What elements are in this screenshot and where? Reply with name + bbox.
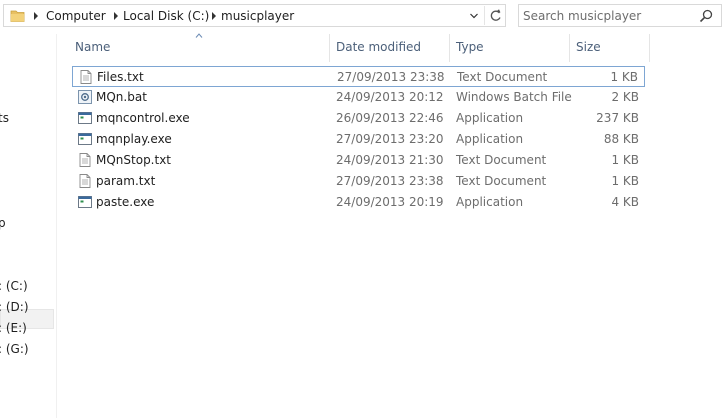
search-icon[interactable]: [699, 9, 713, 23]
breadcrumb-separator-icon[interactable]: [212, 12, 216, 20]
file-type: Windows Batch File: [456, 90, 572, 104]
chevron-down-icon[interactable]: [468, 10, 480, 22]
file-size: 1 KB: [611, 174, 639, 188]
file-date-modified: 26/09/2013 22:46: [336, 111, 444, 125]
file-size: 4 KB: [611, 195, 639, 209]
column-header-name[interactable]: Name: [75, 40, 110, 54]
sort-ascending-icon: [195, 33, 203, 38]
file-date-modified: 27/09/2013 23:38: [336, 174, 444, 188]
breadcrumb-musicplayer[interactable]: musicplayer: [221, 9, 294, 23]
file-date-modified: 27/09/2013 23:20: [336, 132, 444, 146]
column-header-size[interactable]: Size: [576, 40, 601, 54]
file-date-modified: 24/09/2013 21:30: [336, 153, 444, 167]
column-divider[interactable]: [449, 34, 450, 62]
column-header-date-modified[interactable]: Date modified: [336, 40, 421, 54]
file-date-modified: 24/09/2013 20:19: [336, 195, 444, 209]
file-name[interactable]: MQnStop.txt: [96, 153, 171, 167]
nav-item-drive-d[interactable]: : (D:): [0, 300, 29, 314]
refresh-icon[interactable]: [487, 6, 505, 25]
column-divider[interactable]: [329, 34, 330, 62]
breadcrumb-separator-icon[interactable]: [34, 12, 38, 20]
breadcrumb-separator-icon[interactable]: [114, 12, 118, 20]
file-row[interactable]: mqnplay.exe 27/09/2013 23:20 Application 88…: [72, 129, 645, 150]
folder-icon: [10, 10, 25, 22]
batch-file-icon: [77, 89, 93, 105]
file-size: 2 KB: [611, 90, 639, 104]
nav-item-drive-g[interactable]: : (G:): [0, 342, 29, 356]
file-name[interactable]: Files.txt: [97, 70, 144, 84]
column-divider[interactable]: [649, 34, 650, 62]
file-date-modified: 24/09/2013 20:12: [336, 90, 444, 104]
file-name[interactable]: paste.exe: [96, 195, 154, 209]
file-size: 1 KB: [611, 153, 639, 167]
file-name[interactable]: MQn.bat: [96, 90, 147, 104]
search-box[interactable]: [518, 4, 722, 27]
file-type: Text Document: [456, 153, 547, 167]
nav-item-drive-c[interactable]: : (C:): [0, 279, 28, 293]
application-icon: [77, 131, 93, 147]
file-name[interactable]: mqnplay.exe: [96, 132, 172, 146]
file-type: Application: [456, 195, 524, 209]
nav-item[interactable]: ts: [0, 111, 9, 125]
file-row[interactable]: paste.exe 24/09/2013 20:19 Application 4 KB: [72, 192, 645, 213]
navigation-pane[interactable]: ts p : (C:) : (D:) : (E:) : (G:): [0, 34, 57, 418]
file-row[interactable]: Files.txt 27/09/2013 23:38 Text Document 1 …: [72, 66, 645, 87]
file-name[interactable]: param.txt: [96, 174, 155, 188]
divider: [484, 6, 485, 25]
text-file-icon: [78, 69, 94, 85]
file-type: Application: [456, 111, 524, 125]
search-input[interactable]: [523, 7, 693, 24]
file-row[interactable]: mqncontrol.exe 26/09/2013 22:46 Applicatio…: [72, 108, 645, 129]
application-icon: [77, 110, 93, 126]
text-file-icon: [77, 173, 93, 189]
file-size: 237 KB: [596, 111, 639, 125]
file-type: Application: [456, 132, 524, 146]
file-date-modified: 27/09/2013 23:38: [337, 70, 445, 84]
file-row[interactable]: MQnStop.txt 24/09/2013 21:30 Text Document…: [72, 150, 645, 171]
text-file-icon: [77, 152, 93, 168]
file-row[interactable]: MQn.bat 24/09/2013 20:12 Windows Batch Fil…: [72, 87, 645, 108]
column-divider[interactable]: [569, 34, 570, 62]
file-row[interactable]: param.txt 27/09/2013 23:38 Text Document 1 …: [72, 171, 645, 192]
file-type: Text Document: [456, 174, 547, 188]
file-type: Text Document: [457, 70, 548, 84]
file-name[interactable]: mqncontrol.exe: [96, 111, 190, 125]
application-icon: [77, 194, 93, 210]
address-bar[interactable]: Computer Local Disk (C:) musicplayer: [3, 4, 506, 27]
breadcrumb-local-disk[interactable]: Local Disk (C:): [123, 9, 209, 23]
nav-item[interactable]: p: [0, 216, 6, 230]
file-size: 1 KB: [610, 70, 638, 84]
column-header-type[interactable]: Type: [456, 40, 484, 54]
breadcrumb-computer[interactable]: Computer: [46, 9, 106, 23]
file-size: 88 KB: [603, 132, 639, 146]
nav-item-drive-e[interactable]: : (E:): [0, 321, 27, 335]
